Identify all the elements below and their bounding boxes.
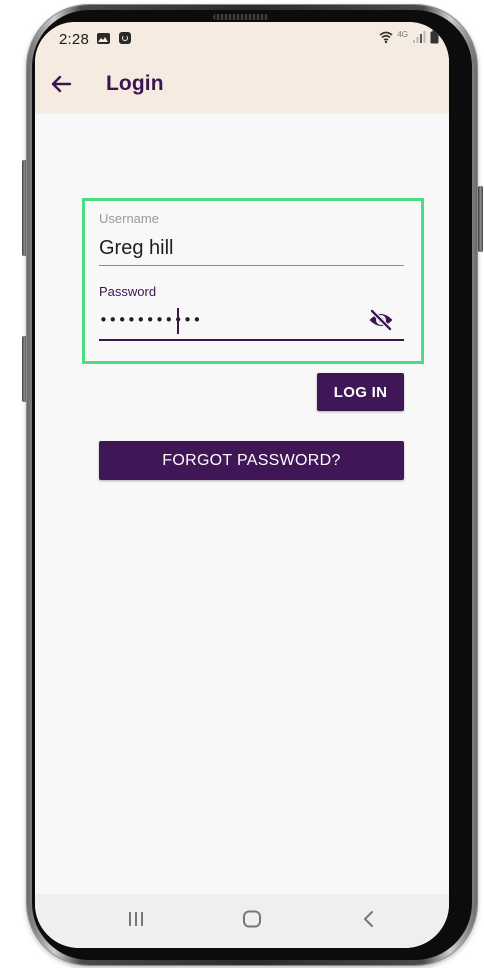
username-field[interactable]: Greg hill (99, 237, 173, 260)
nav-back-button[interactable] (354, 906, 384, 936)
device-frame: 2:28 4G Login Username Greg hill Passwor… (0, 0, 484, 968)
earpiece-speaker (213, 14, 269, 20)
page-title: Login (106, 72, 164, 95)
recents-icon (127, 911, 145, 932)
signal-icon (412, 30, 426, 44)
system-nav-bar (35, 894, 449, 948)
recents-button[interactable] (121, 906, 151, 936)
gallery-notification-icon (97, 33, 110, 44)
app-bar: Login (35, 58, 449, 114)
password-label: Password (99, 284, 157, 299)
text-cursor (177, 308, 179, 334)
login-content: Username Greg hill Password ••••••••••• (35, 114, 449, 894)
wifi-icon (379, 30, 393, 44)
network-type-label: 4G (397, 29, 408, 39)
forgot-password-button[interactable]: FORGOT PASSWORD? (99, 441, 404, 480)
home-icon (242, 910, 262, 933)
status-bar: 2:28 4G (35, 22, 449, 58)
eye-off-icon (368, 308, 394, 336)
username-label: Username (99, 211, 159, 226)
arrow-back-icon (50, 73, 72, 100)
back-button[interactable] (45, 70, 77, 102)
screen: 2:28 4G Login Username Greg hill Passwor… (35, 22, 449, 948)
back-icon (362, 910, 376, 933)
login-button[interactable]: LOG IN (317, 373, 404, 411)
username-underline (99, 265, 404, 266)
power-button (478, 186, 483, 252)
battery-icon (430, 30, 439, 44)
status-icons: 4G (379, 30, 439, 44)
password-visibility-toggle[interactable] (367, 308, 395, 336)
home-button[interactable] (237, 906, 267, 936)
password-field[interactable]: ••••••••••• (99, 311, 202, 329)
app-notification-icon (119, 32, 131, 44)
status-time: 2:28 (59, 31, 89, 48)
password-underline (99, 339, 404, 341)
